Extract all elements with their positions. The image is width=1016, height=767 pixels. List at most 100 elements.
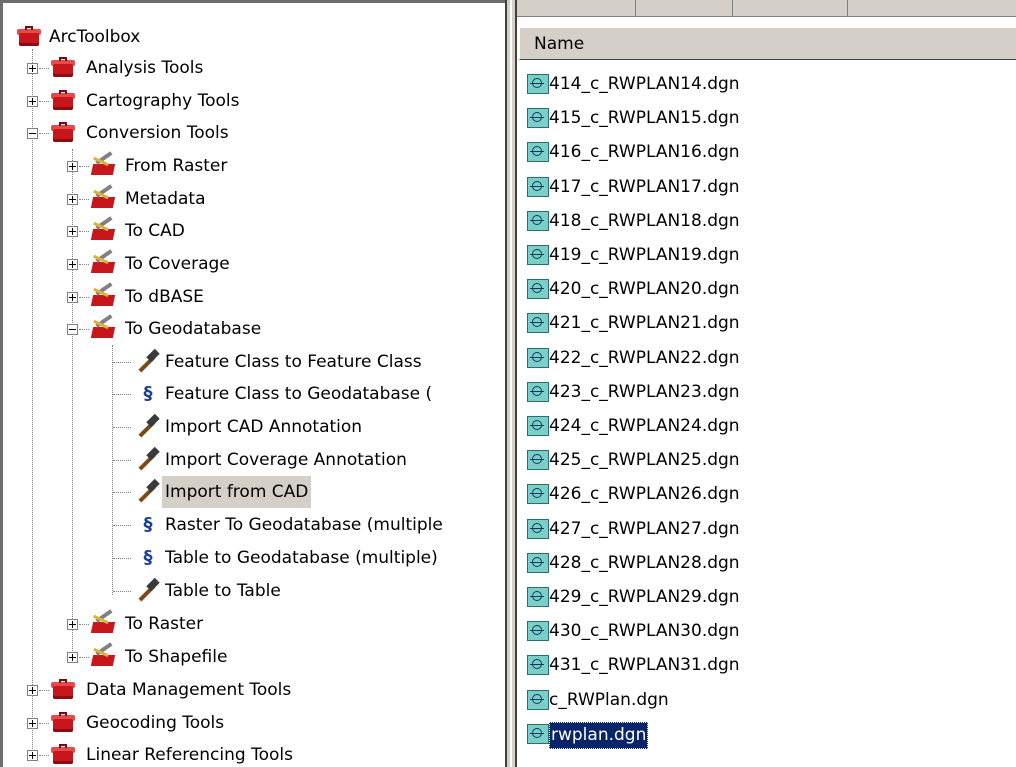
tree-item-cartography-tools[interactable]: Cartography Tools: [3, 85, 483, 117]
tree-connector: [113, 591, 131, 592]
dgn-file-icon: [527, 382, 549, 402]
dgn-file-icon: [527, 74, 549, 94]
column-header-name[interactable]: Name: [519, 27, 1016, 60]
tree-connector: [39, 68, 49, 69]
collapse-toggle-icon[interactable]: [27, 128, 38, 139]
expand-toggle-icon[interactable]: [67, 652, 78, 663]
expand-toggle-icon[interactable]: [67, 259, 78, 270]
tree-item-to-geodatabase[interactable]: To Geodatabase: [3, 313, 483, 345]
expand-toggle-icon[interactable]: [27, 96, 38, 107]
dgn-file-icon: [527, 108, 549, 128]
tree-item-to-cad[interactable]: To CAD: [3, 215, 483, 247]
file-list-item[interactable]: 430_c_RWPLAN30.dgn: [527, 615, 1007, 648]
dgn-file-icon: [527, 553, 549, 573]
file-name: 421_c_RWPLAN21.dgn: [549, 313, 740, 333]
file-list-item[interactable]: c_RWPlan.dgn: [527, 684, 1007, 717]
toolset-icon: [89, 282, 117, 308]
file-name: 419_c_RWPLAN19.dgn: [549, 245, 740, 265]
hammer-icon: [135, 348, 161, 374]
file-list-item[interactable]: 417_c_RWPLAN17.dgn: [527, 171, 1007, 204]
expand-toggle-icon[interactable]: [67, 194, 78, 205]
file-list-item[interactable]: 420_c_RWPLAN20.dgn: [527, 273, 1007, 306]
file-name: 416_c_RWPLAN16.dgn: [549, 142, 740, 162]
arctoolbox-tree-pane[interactable]: ArcToolbox Analysis Tools Cartography To…: [0, 0, 505, 767]
tree-item-to-raster[interactable]: To Raster: [3, 608, 483, 640]
tree-item-label: To Raster: [125, 614, 204, 634]
tree-root[interactable]: ArcToolbox: [15, 21, 315, 53]
file-list-item[interactable]: 419_c_RWPLAN19.dgn: [527, 239, 1007, 272]
expand-toggle-icon[interactable]: [27, 685, 38, 696]
tree-item-linear-referencing-tools[interactable]: Linear Referencing Tools: [3, 739, 483, 767]
expand-toggle-icon[interactable]: [67, 619, 78, 630]
file-list-item[interactable]: 426_c_RWPLAN26.dgn: [527, 478, 1007, 511]
expand-toggle-icon[interactable]: [27, 63, 38, 74]
collapse-toggle-icon[interactable]: [67, 324, 78, 335]
tree-item-label: To Coverage: [125, 254, 230, 274]
file-list-item[interactable]: 425_c_RWPLAN25.dgn: [527, 444, 1007, 477]
file-name: 425_c_RWPLAN25.dgn: [549, 450, 740, 470]
file-list-item[interactable]: rwplan.dgn: [527, 718, 1007, 751]
tool-feature-class-to-geodatabase[interactable]: § Feature Class to Geodatabase (: [3, 378, 483, 410]
expand-toggle-icon[interactable]: [27, 750, 38, 761]
file-list-item[interactable]: 424_c_RWPLAN24.dgn: [527, 410, 1007, 443]
tree-item-to-shapefile[interactable]: To Shapefile: [3, 641, 483, 673]
tree-connector: [79, 231, 89, 232]
pane-splitter[interactable]: [505, 0, 517, 767]
tree-item-conversion-tools[interactable]: Conversion Tools: [3, 117, 483, 149]
tree-item-label: To CAD: [125, 221, 185, 241]
tree-connector: [113, 427, 131, 428]
file-list-item[interactable]: 421_c_RWPLAN21.dgn: [527, 307, 1007, 340]
file-list-item[interactable]: 431_c_RWPLAN31.dgn: [527, 649, 1007, 682]
tree-item-to-dbase[interactable]: To dBASE: [3, 281, 483, 313]
tool-raster-to-geodatabase[interactable]: § Raster To Geodatabase (multiple: [3, 509, 483, 541]
file-list-pane[interactable]: Name 414_c_RWPLAN14.dgn 415_c_RWPLAN15.dg…: [517, 0, 1016, 767]
file-list-item[interactable]: 429_c_RWPLAN29.dgn: [527, 581, 1007, 614]
expand-toggle-icon[interactable]: [67, 292, 78, 303]
expand-toggle-icon[interactable]: [27, 718, 38, 729]
expand-toggle-icon[interactable]: [67, 226, 78, 237]
dgn-file-icon: [527, 690, 549, 710]
dgn-file-icon: [527, 142, 549, 162]
file-name: 417_c_RWPLAN17.dgn: [549, 177, 740, 197]
file-list-item[interactable]: 428_c_RWPLAN28.dgn: [527, 547, 1007, 580]
tree-connector: [113, 525, 131, 526]
file-list-item[interactable]: 416_c_RWPLAN16.dgn: [527, 136, 1007, 169]
tool-import-cad-annotation[interactable]: Import CAD Annotation: [3, 411, 483, 443]
hammer-icon: [135, 446, 161, 472]
file-name: 415_c_RWPLAN15.dgn: [549, 108, 740, 128]
dgn-file-icon: [527, 724, 549, 744]
tree-item-label: To dBASE: [125, 287, 204, 307]
tree-connector: [113, 362, 131, 363]
tree-item-to-coverage[interactable]: To Coverage: [3, 248, 483, 280]
toolset-icon: [89, 249, 117, 275]
file-list-item[interactable]: 418_c_RWPLAN18.dgn: [527, 205, 1007, 238]
tool-table-to-geodatabase[interactable]: § Table to Geodatabase (multiple): [3, 542, 483, 574]
tree-item-metadata[interactable]: Metadata: [3, 183, 483, 215]
tool-feature-class-to-feature-class[interactable]: Feature Class to Feature Class: [3, 346, 483, 378]
file-list-item[interactable]: 415_c_RWPLAN15.dgn: [527, 102, 1007, 135]
expand-toggle-icon[interactable]: [67, 161, 78, 172]
toolbox-icon: [49, 122, 77, 144]
file-list-item[interactable]: 427_c_RWPLAN27.dgn: [527, 513, 1007, 546]
file-name: 420_c_RWPLAN20.dgn: [549, 279, 740, 299]
tree-item-label: Conversion Tools: [86, 123, 229, 143]
tree-connector: [79, 264, 89, 265]
tool-import-coverage-annotation[interactable]: Import Coverage Annotation: [3, 444, 483, 476]
script-icon: §: [143, 514, 153, 535]
file-list-item[interactable]: 422_c_RWPLAN22.dgn: [527, 342, 1007, 375]
toolbox-icon: [49, 679, 77, 701]
file-list-item[interactable]: 414_c_RWPLAN14.dgn: [527, 68, 1007, 101]
tree-connector: [113, 492, 131, 493]
toolset-icon: [89, 184, 117, 210]
tree-item-from-raster[interactable]: From Raster: [3, 150, 483, 182]
tool-import-from-cad[interactable]: Import from CAD: [3, 476, 483, 508]
toolbox-icon: [49, 90, 77, 112]
file-list-item[interactable]: 423_c_RWPLAN23.dgn: [527, 376, 1007, 409]
tree-item-label: Cartography Tools: [86, 91, 240, 111]
tree-item-label: Metadata: [125, 189, 206, 209]
file-name: 422_c_RWPLAN22.dgn: [549, 348, 740, 368]
tree-item-analysis-tools[interactable]: Analysis Tools: [3, 52, 483, 84]
tool-table-to-table[interactable]: Table to Table: [3, 575, 483, 607]
tree-item-data-management-tools[interactable]: Data Management Tools: [3, 674, 483, 706]
tree-item-geocoding-tools[interactable]: Geocoding Tools: [3, 707, 483, 739]
